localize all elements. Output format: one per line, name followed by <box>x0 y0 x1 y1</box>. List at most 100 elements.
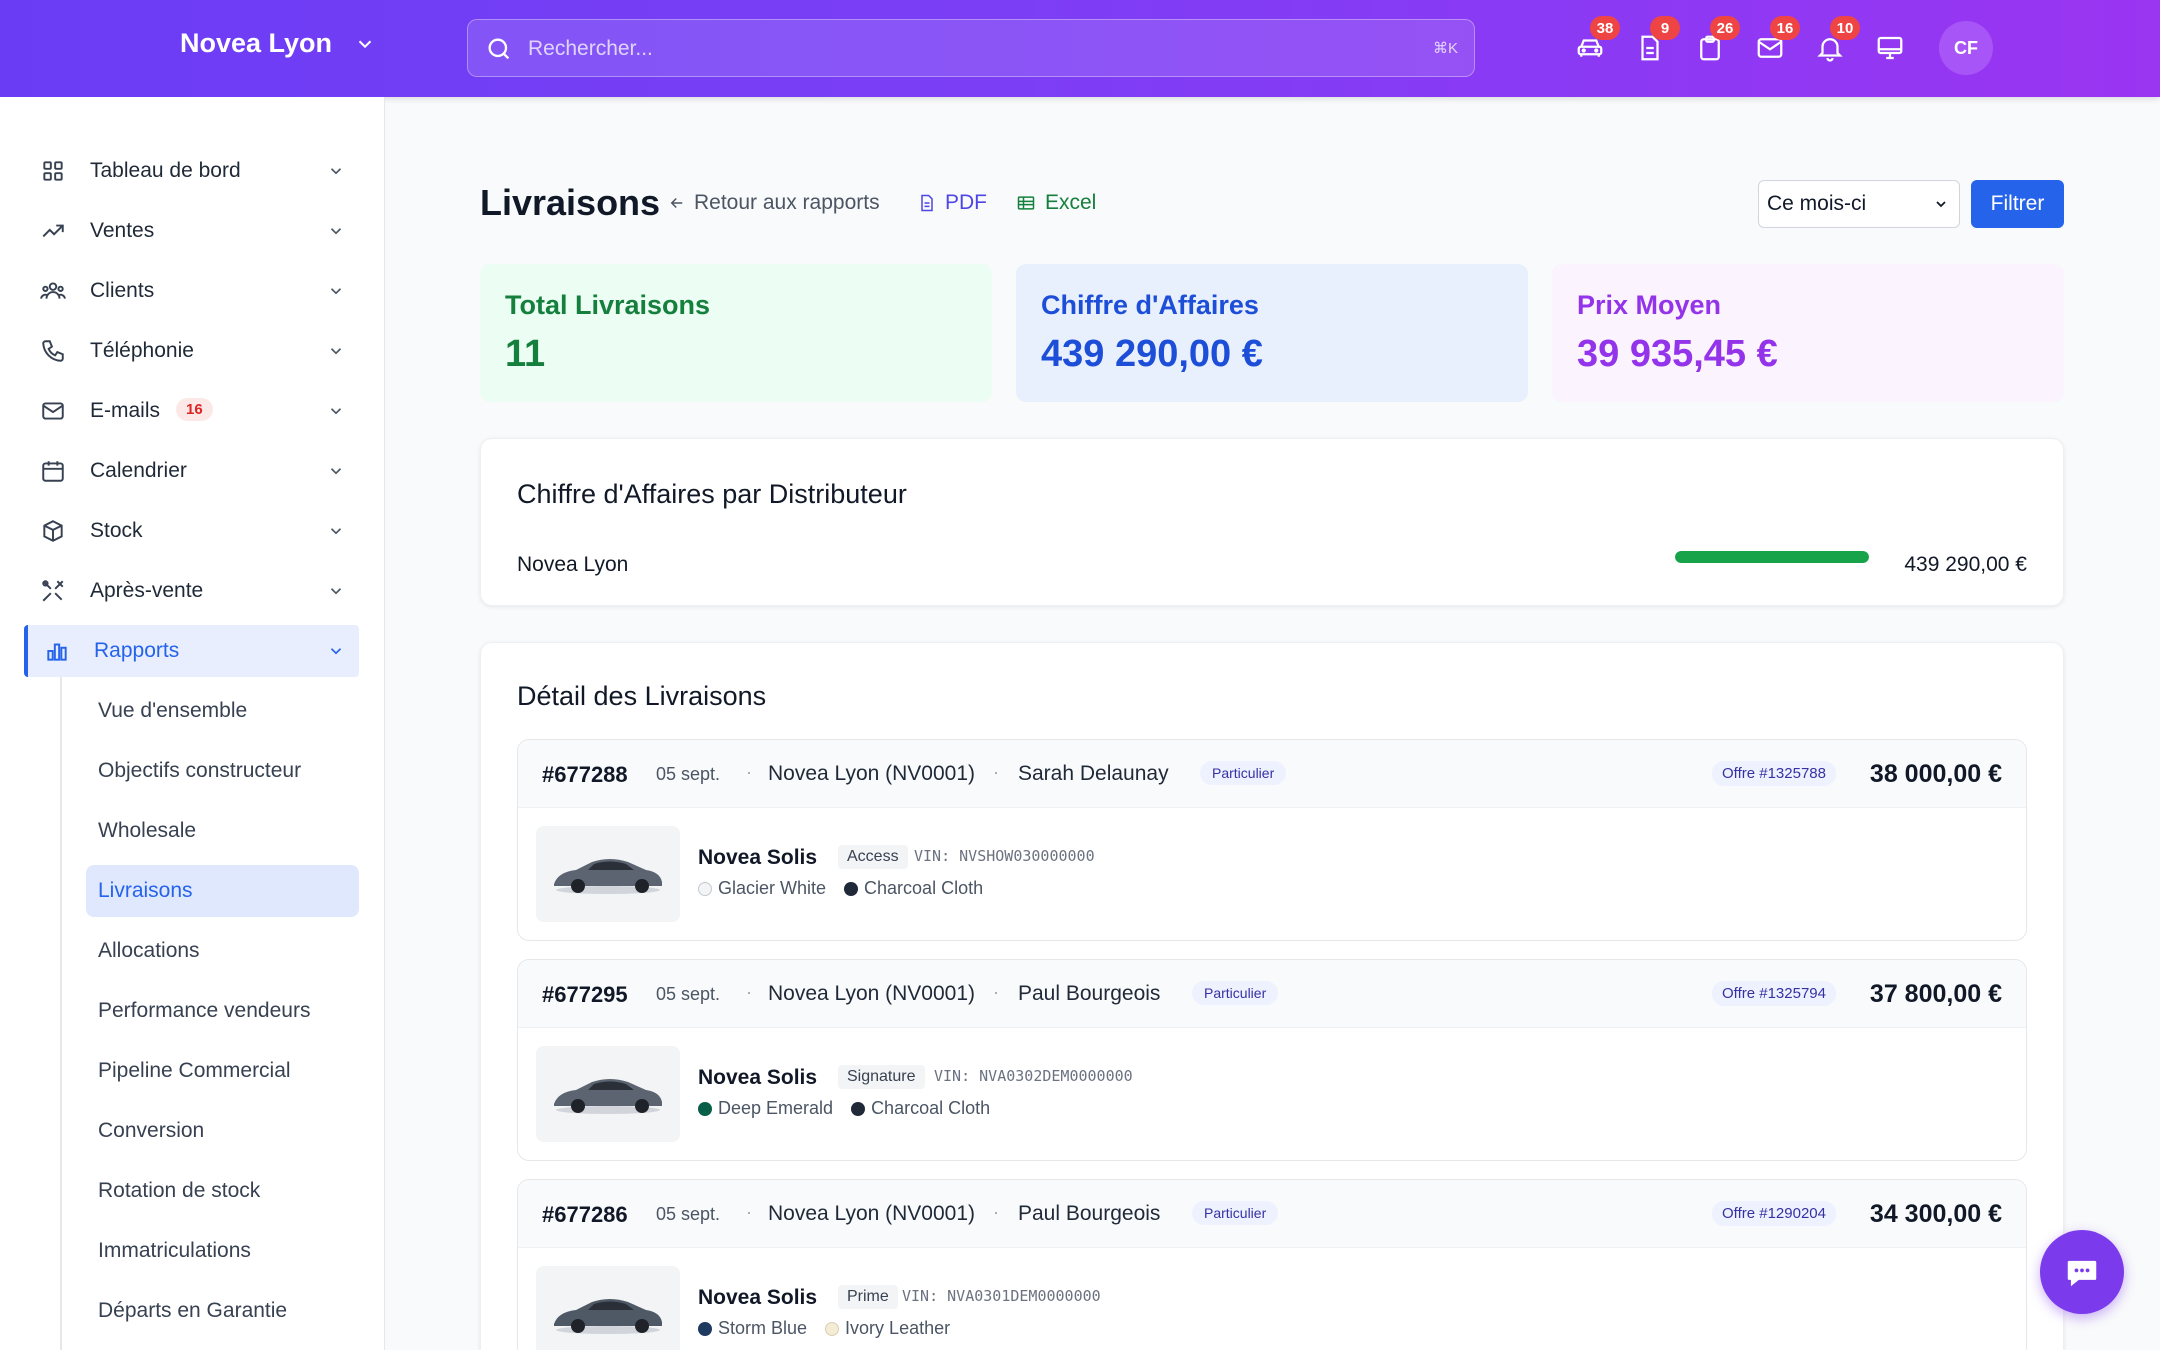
offer-badge[interactable]: Offre #1325794 <box>1712 981 1836 1006</box>
sub-item-pipeline[interactable]: Pipeline Commercial <box>86 1045 359 1097</box>
chevron-down-icon <box>330 288 342 295</box>
chevron-down-icon <box>1936 201 1946 208</box>
vehicle-colors: Glacier White Charcoal Cloth <box>698 878 983 899</box>
period-value: Ce mois-ci <box>1767 192 1867 215</box>
exterior-color: Glacier White <box>698 878 826 899</box>
sub-item-allocations[interactable]: Allocations <box>86 925 359 977</box>
car-notifications-button[interactable]: 38 <box>1572 16 1620 66</box>
alerts-button[interactable]: 10 <box>1812 16 1860 66</box>
filter-button[interactable]: Filtrer <box>1971 180 2064 228</box>
display-button[interactable] <box>1872 30 1908 66</box>
back-link-label: Retour aux rapports <box>694 191 880 214</box>
stat-title: Total Livraisons <box>505 290 711 320</box>
interior-color: Ivory Leather <box>825 1318 950 1339</box>
sub-item-stock-rotation[interactable]: Rotation de stock <box>86 1165 359 1217</box>
delivery-price: 38 000,00 € <box>1869 760 2002 788</box>
revenue-by-distributor-card: Chiffre d'Affaires par Distributeur Nove… <box>480 438 2064 606</box>
separator-dot: · <box>993 1202 999 1222</box>
sub-item-warranty-departures[interactable]: Départs en Garantie <box>86 1285 359 1337</box>
vehicle-model: Novea Solis <box>698 1286 818 1309</box>
color-swatch <box>851 1101 866 1116</box>
separator-dot: · <box>746 762 752 782</box>
page-title: Livraisons <box>480 182 661 223</box>
sub-item-wholesale[interactable]: Wholesale <box>86 805 359 857</box>
chat-button[interactable] <box>2040 1230 2124 1314</box>
separator-dot: · <box>993 982 999 1002</box>
trim-badge: Prime <box>838 1285 898 1309</box>
chevron-down-icon <box>330 348 342 355</box>
delivery-date: 05 sept. <box>656 1204 721 1224</box>
sub-item-sales-performance[interactable]: Performance vendeurs <box>86 985 359 1037</box>
trim-badge: Access <box>838 845 908 869</box>
sidebar-item-clients[interactable]: Clients <box>24 265 359 317</box>
client-type-badge: Particulier <box>1192 981 1279 1005</box>
back-to-reports-link[interactable]: Retour aux rapports <box>668 191 880 215</box>
brand-switcher[interactable]: Novea Lyon <box>180 28 376 59</box>
sub-item-manufacturer-targets[interactable]: Objectifs constructeur <box>86 745 359 797</box>
sidebar-item-label: Stock <box>90 519 143 542</box>
offer-badge[interactable]: Offre #1325788 <box>1712 761 1836 786</box>
vehicle-thumbnail <box>536 826 680 922</box>
delivery-distributor: Novea Lyon (NV0001) <box>768 982 976 1005</box>
delivery-price: 34 300,00 € <box>1869 1200 2002 1228</box>
delivery-date: 05 sept. <box>656 764 721 784</box>
tasks-button[interactable]: 26 <box>1692 16 1740 66</box>
color-swatch <box>698 1321 712 1336</box>
car-image <box>536 1266 680 1350</box>
mail-button[interactable]: 16 <box>1752 16 1800 66</box>
export-excel-link[interactable]: Excel <box>1015 191 1096 215</box>
offer-badge[interactable]: Offre #1290204 <box>1712 1201 1836 1226</box>
card-title: Chiffre d'Affaires par Distributeur <box>517 479 907 509</box>
phone-icon <box>40 338 66 364</box>
delivery-item[interactable]: #677286 05 sept. · Novea Lyon (NV0001) ·… <box>517 1179 2027 1350</box>
deliveries-detail-card: Détail des Livraisons #677288 05 sept. ·… <box>480 642 2064 1350</box>
sidebar-item-after-sales[interactable]: Après-vente <box>24 565 359 617</box>
excel-label: Excel <box>1045 191 1097 214</box>
vehicle-model: Novea Solis <box>698 1066 818 1089</box>
delivery-price: 37 800,00 € <box>1869 980 2002 1008</box>
notification-badge: 9 <box>1650 16 1680 40</box>
sidebar-item-emails[interactable]: E-mails 16 <box>24 385 359 437</box>
top-bar: Novea Lyon ⌘K 38 9 26 16 10 CF <box>0 0 2160 97</box>
users-icon <box>40 278 66 304</box>
sub-item-registrations[interactable]: Immatriculations <box>86 1225 359 1277</box>
sidebar-item-stock[interactable]: Stock <box>24 505 359 557</box>
chevron-down-icon <box>330 168 342 175</box>
interior-color-label: Charcoal Cloth <box>864 878 984 898</box>
sidebar-item-dashboard[interactable]: Tableau de bord <box>24 145 359 197</box>
color-swatch <box>698 1101 712 1116</box>
documents-button[interactable]: 9 <box>1632 16 1680 66</box>
vin-number: VIN: NVSHOW030000000 <box>914 847 1095 865</box>
search-input[interactable] <box>528 30 1388 68</box>
sub-item-deliveries[interactable]: Livraisons <box>86 865 359 917</box>
vehicle-thumbnail <box>536 1266 680 1350</box>
delivery-header: #677295 05 sept. · Novea Lyon (NV0001) ·… <box>518 960 2026 1028</box>
delivery-item[interactable]: #677288 05 sept. · Novea Lyon (NV0001) ·… <box>517 739 2027 941</box>
color-swatch <box>825 1321 840 1336</box>
notification-badge: 10 <box>1830 16 1860 40</box>
submenu-divider <box>60 677 62 1350</box>
sidebar-item-telephony[interactable]: Téléphonie <box>24 325 359 377</box>
sub-item-conversion[interactable]: Conversion <box>86 1105 359 1157</box>
arrow-left-icon <box>670 197 683 209</box>
sidebar-item-calendar[interactable]: Calendrier <box>24 445 359 497</box>
export-pdf-link[interactable]: PDF <box>917 191 987 215</box>
sidebar-item-reports[interactable]: Rapports <box>24 625 359 677</box>
trending-up-icon <box>40 218 66 244</box>
car-image <box>536 1046 680 1142</box>
sidebar-item-sales[interactable]: Ventes <box>24 205 359 257</box>
separator-dot: · <box>746 982 752 1002</box>
delivery-client: Paul Bourgeois <box>1018 1202 1161 1225</box>
distributor-name: Novea Lyon <box>517 553 629 576</box>
sidebar-item-label: Après-vente <box>90 579 204 602</box>
vin-number: VIN: NVA0302DEM0000000 <box>934 1067 1133 1085</box>
stat-value: 439 290,00 € <box>1041 333 1263 375</box>
period-select[interactable]: Ce mois-ci <box>1758 180 1960 228</box>
stat-title: Prix Moyen <box>1577 290 1722 320</box>
avatar[interactable]: CF <box>1939 21 1993 75</box>
vehicle-colors: Storm Blue Ivory Leather <box>698 1318 950 1339</box>
delivery-item[interactable]: #677295 05 sept. · Novea Lyon (NV0001) ·… <box>517 959 2027 1161</box>
sub-item-overview[interactable]: Vue d'ensemble <box>86 685 359 737</box>
interior-color-label: Ivory Leather <box>845 1318 951 1338</box>
chat-bubble-icon <box>2067 1260 2097 1287</box>
